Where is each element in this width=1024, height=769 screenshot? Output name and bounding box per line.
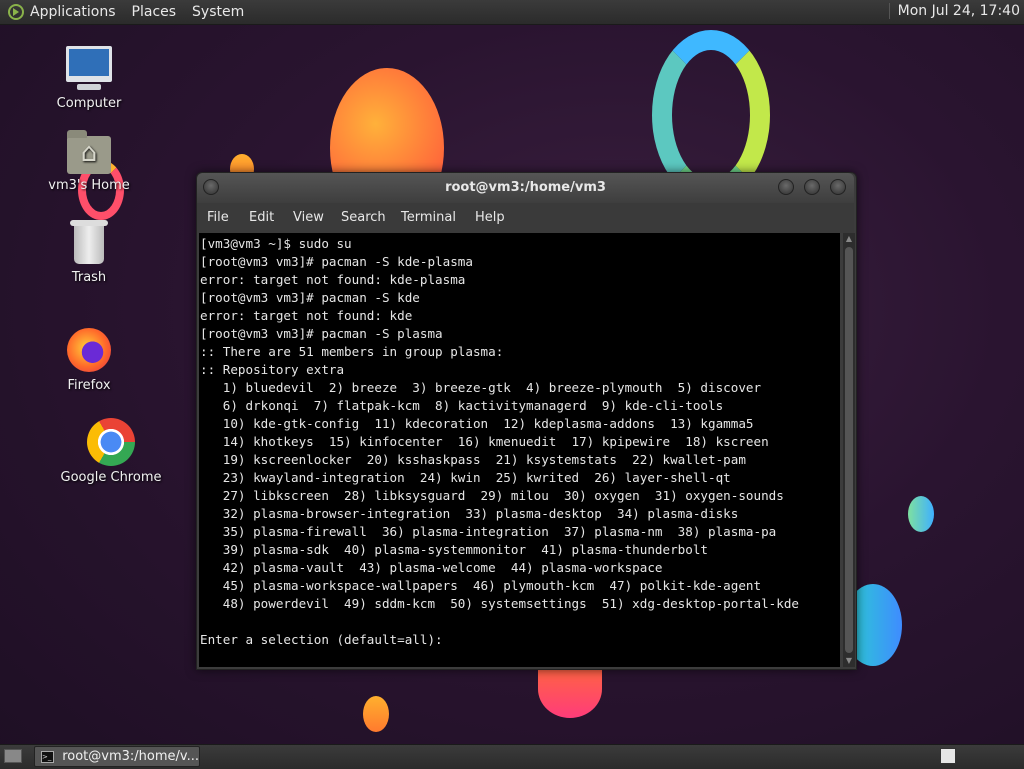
menu-file[interactable]: File xyxy=(207,210,229,225)
terminal-scrollbar[interactable]: ▲ ▼ xyxy=(843,233,855,667)
terminal-window[interactable]: root@vm3:/home/vm3 File Edit View Search… xyxy=(196,172,857,670)
terminal-icon: >_ xyxy=(41,750,55,763)
firefox-icon xyxy=(67,328,111,372)
computer-icon xyxy=(66,46,112,90)
scroll-down-icon[interactable]: ▼ xyxy=(843,655,855,667)
clock[interactable]: Mon Jul 24, 17:40 xyxy=(888,3,1020,19)
wallpaper-shape xyxy=(363,696,389,732)
menu-view[interactable]: View xyxy=(293,210,324,225)
top-panel: Applications Places System Mon Jul 24, 1… xyxy=(0,0,1024,25)
show-desktop-icon[interactable] xyxy=(4,749,22,763)
desktop-icon-label: vm3's Home xyxy=(48,178,130,193)
menu-terminal[interactable]: Terminal xyxy=(401,210,456,225)
mate-logo-icon[interactable] xyxy=(8,4,24,20)
places-menu[interactable]: Places xyxy=(132,4,177,20)
desktop-icon-chrome[interactable]: Google Chrome xyxy=(58,418,164,485)
desktop-icon-home[interactable]: vm3's Home xyxy=(44,130,134,193)
taskbar-terminal-button[interactable]: >_ root@vm3:/home/v... xyxy=(34,746,200,767)
terminal-menubar: File Edit View Search Terminal Help xyxy=(197,203,854,233)
desktop-icon-label: Trash xyxy=(71,270,107,285)
desktop-icon-label: Computer xyxy=(56,96,122,111)
desktop-icon-label: Firefox xyxy=(67,378,111,393)
menu-search[interactable]: Search xyxy=(341,210,386,225)
desktop-icon-label: Google Chrome xyxy=(60,470,162,485)
system-menu[interactable]: System xyxy=(192,4,244,20)
minimize-button[interactable] xyxy=(778,179,794,195)
desktop-icon-computer[interactable]: Computer xyxy=(44,46,134,111)
wallpaper-shape xyxy=(908,496,934,532)
window-titlebar[interactable]: root@vm3:/home/vm3 xyxy=(197,173,854,203)
scrollbar-thumb[interactable] xyxy=(845,247,853,653)
maximize-button[interactable] xyxy=(804,179,820,195)
terminal-text: [vm3@vm3 ~]$ sudo su [root@vm3 vm3]# pac… xyxy=(200,236,799,647)
applications-menu[interactable]: Applications xyxy=(30,4,116,20)
close-button[interactable] xyxy=(830,179,846,195)
window-title: root@vm3:/home/vm3 xyxy=(445,180,606,195)
menu-edit[interactable]: Edit xyxy=(249,210,274,225)
chrome-icon xyxy=(87,418,135,466)
trash-icon xyxy=(70,220,108,264)
desktop-icon-firefox[interactable]: Firefox xyxy=(44,328,134,393)
scroll-up-icon[interactable]: ▲ xyxy=(843,233,855,245)
taskbar-label: root@vm3:/home/v... xyxy=(62,749,199,764)
terminal-output[interactable]: [vm3@vm3 ~]$ sudo su [root@vm3 vm3]# pac… xyxy=(199,233,840,667)
desktop-icon-trash[interactable]: Trash xyxy=(44,220,134,285)
workspace-switcher[interactable] xyxy=(940,748,956,764)
bottom-panel: >_ root@vm3:/home/v... xyxy=(0,744,1024,769)
menu-help[interactable]: Help xyxy=(475,210,505,225)
home-folder-icon xyxy=(67,130,111,174)
